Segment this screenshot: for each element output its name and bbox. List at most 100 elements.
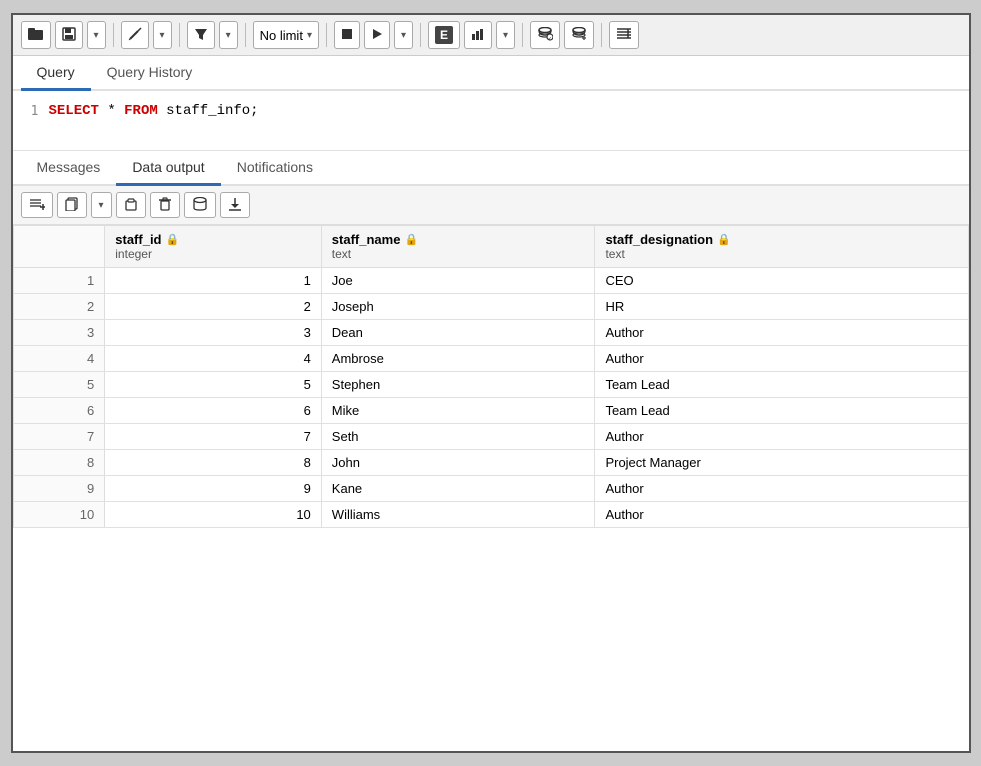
paste-button[interactable]: [116, 192, 146, 218]
staff-designation-cell: Author: [595, 502, 968, 528]
chevron-down-icon3: ▾: [226, 30, 231, 41]
staff-id-header[interactable]: staff_id 🔒 integer: [105, 226, 322, 268]
separator6: [522, 23, 523, 47]
delete-button[interactable]: [150, 192, 180, 218]
lock-icon-3: 🔒: [717, 233, 731, 246]
table-row[interactable]: 77SethAuthor: [13, 424, 968, 450]
table-row[interactable]: 66MikeTeam Lead: [13, 398, 968, 424]
table-row[interactable]: 11JoeCEO: [13, 268, 968, 294]
staff-id-cell: 4: [105, 346, 322, 372]
filter-icon: [194, 27, 208, 44]
chart-button[interactable]: [464, 21, 492, 49]
staff-designation-col-name: staff_designation: [605, 232, 713, 247]
staff-name-cell: Mike: [321, 398, 595, 424]
row-number: 8: [13, 450, 105, 476]
staff-name-cell: John: [321, 450, 595, 476]
row-number: 7: [13, 424, 105, 450]
separator4: [326, 23, 327, 47]
staff-name-cell: Ambrose: [321, 346, 595, 372]
filter-dropdown[interactable]: ▾: [219, 21, 238, 49]
table-row[interactable]: 99KaneAuthor: [13, 476, 968, 502]
staff-designation-cell: Author: [595, 320, 968, 346]
tab-messages[interactable]: Messages: [21, 151, 117, 186]
sql-star: *: [107, 103, 124, 119]
tab-query-history[interactable]: Query History: [91, 56, 209, 91]
chevron-down-icon: ▾: [94, 30, 99, 41]
staff-name-header[interactable]: staff_name 🔒 text: [321, 226, 595, 268]
data-table-wrapper: staff_id 🔒 integer staff_name 🔒 text: [13, 225, 969, 528]
open-folder-button[interactable]: [21, 21, 51, 49]
save-button[interactable]: [55, 21, 83, 49]
folder-icon: [28, 27, 44, 44]
table-row[interactable]: 44AmbroseAuthor: [13, 346, 968, 372]
staff-id-cell: 6: [105, 398, 322, 424]
run-button[interactable]: [364, 21, 390, 49]
staff-designation-cell: CEO: [595, 268, 968, 294]
hamburger-icon: [616, 27, 632, 44]
play-icon: [371, 28, 383, 43]
line-number: 1: [21, 103, 39, 138]
db-icon2: [571, 27, 587, 44]
staff-id-cell: 7: [105, 424, 322, 450]
staff-designation-header[interactable]: staff_designation 🔒 text: [595, 226, 968, 268]
table-row[interactable]: 55StephenTeam Lead: [13, 372, 968, 398]
staff-name-cell: Joseph: [321, 294, 595, 320]
stop-icon: [341, 28, 353, 43]
row-num-header: [13, 226, 105, 268]
separator2: [179, 23, 180, 47]
db-connect-button[interactable]: ✓: [530, 21, 560, 49]
tab-data-output[interactable]: Data output: [116, 151, 220, 186]
limit-label: No limit: [260, 28, 303, 43]
limit-dropdown[interactable]: No limit ▾: [253, 21, 319, 49]
copy-dropdown[interactable]: ▾: [91, 192, 112, 218]
row-number: 9: [13, 476, 105, 502]
svg-text:✓: ✓: [548, 36, 552, 41]
menu-button[interactable]: [609, 21, 639, 49]
chevron-down-icon5: ▾: [503, 30, 508, 41]
output-toolbar: ▾: [13, 186, 969, 225]
db-button2[interactable]: [564, 21, 594, 49]
chart-icon: [471, 27, 485, 44]
staff-name-cell: Seth: [321, 424, 595, 450]
chevron-down-icon2: ▾: [160, 30, 165, 41]
edit-dropdown[interactable]: ▾: [153, 21, 172, 49]
tab-notifications[interactable]: Notifications: [221, 151, 329, 186]
run-dropdown[interactable]: ▾: [394, 21, 413, 49]
separator7: [601, 23, 602, 47]
edit-button[interactable]: [121, 21, 149, 49]
sql-table-name: staff_info;: [166, 103, 258, 119]
download-button[interactable]: [220, 192, 250, 218]
row-number: 10: [13, 502, 105, 528]
filter-rows-button[interactable]: [184, 192, 216, 218]
explain-button[interactable]: E: [428, 21, 460, 49]
tab-query[interactable]: Query: [21, 56, 91, 91]
lock-icon-2: 🔒: [404, 233, 418, 246]
staff-name-col-name: staff_name: [332, 232, 401, 247]
stop-button[interactable]: [334, 21, 360, 49]
row-number: 5: [13, 372, 105, 398]
data-table: staff_id 🔒 integer staff_name 🔒 text: [13, 225, 969, 528]
staff-id-cell: 3: [105, 320, 322, 346]
staff-name-cell: Dean: [321, 320, 595, 346]
table-row[interactable]: 88JohnProject Manager: [13, 450, 968, 476]
query-editor: 1 SELECT * FROM staff_info;: [13, 91, 969, 151]
db-connect-icon: ✓: [537, 27, 553, 44]
copy-button[interactable]: [57, 192, 87, 218]
staff-id-cell: 10: [105, 502, 322, 528]
add-row-button[interactable]: [21, 192, 53, 218]
table-row[interactable]: 1010WilliamsAuthor: [13, 502, 968, 528]
sql-code[interactable]: SELECT * FROM staff_info;: [49, 103, 259, 138]
filter-button[interactable]: [187, 21, 215, 49]
staff-designation-cell: Author: [595, 346, 968, 372]
row-number: 3: [13, 320, 105, 346]
table-row[interactable]: 33DeanAuthor: [13, 320, 968, 346]
save-dropdown[interactable]: ▾: [87, 21, 106, 49]
table-row[interactable]: 22JosephHR: [13, 294, 968, 320]
staff-id-col-name: staff_id: [115, 232, 161, 247]
staff-designation-cell: HR: [595, 294, 968, 320]
row-number: 2: [13, 294, 105, 320]
staff-designation-cell: Author: [595, 424, 968, 450]
staff-id-cell: 2: [105, 294, 322, 320]
chart-dropdown[interactable]: ▾: [496, 21, 515, 49]
main-window: ▾ ▾ ▾ No limit ▾: [11, 13, 971, 753]
